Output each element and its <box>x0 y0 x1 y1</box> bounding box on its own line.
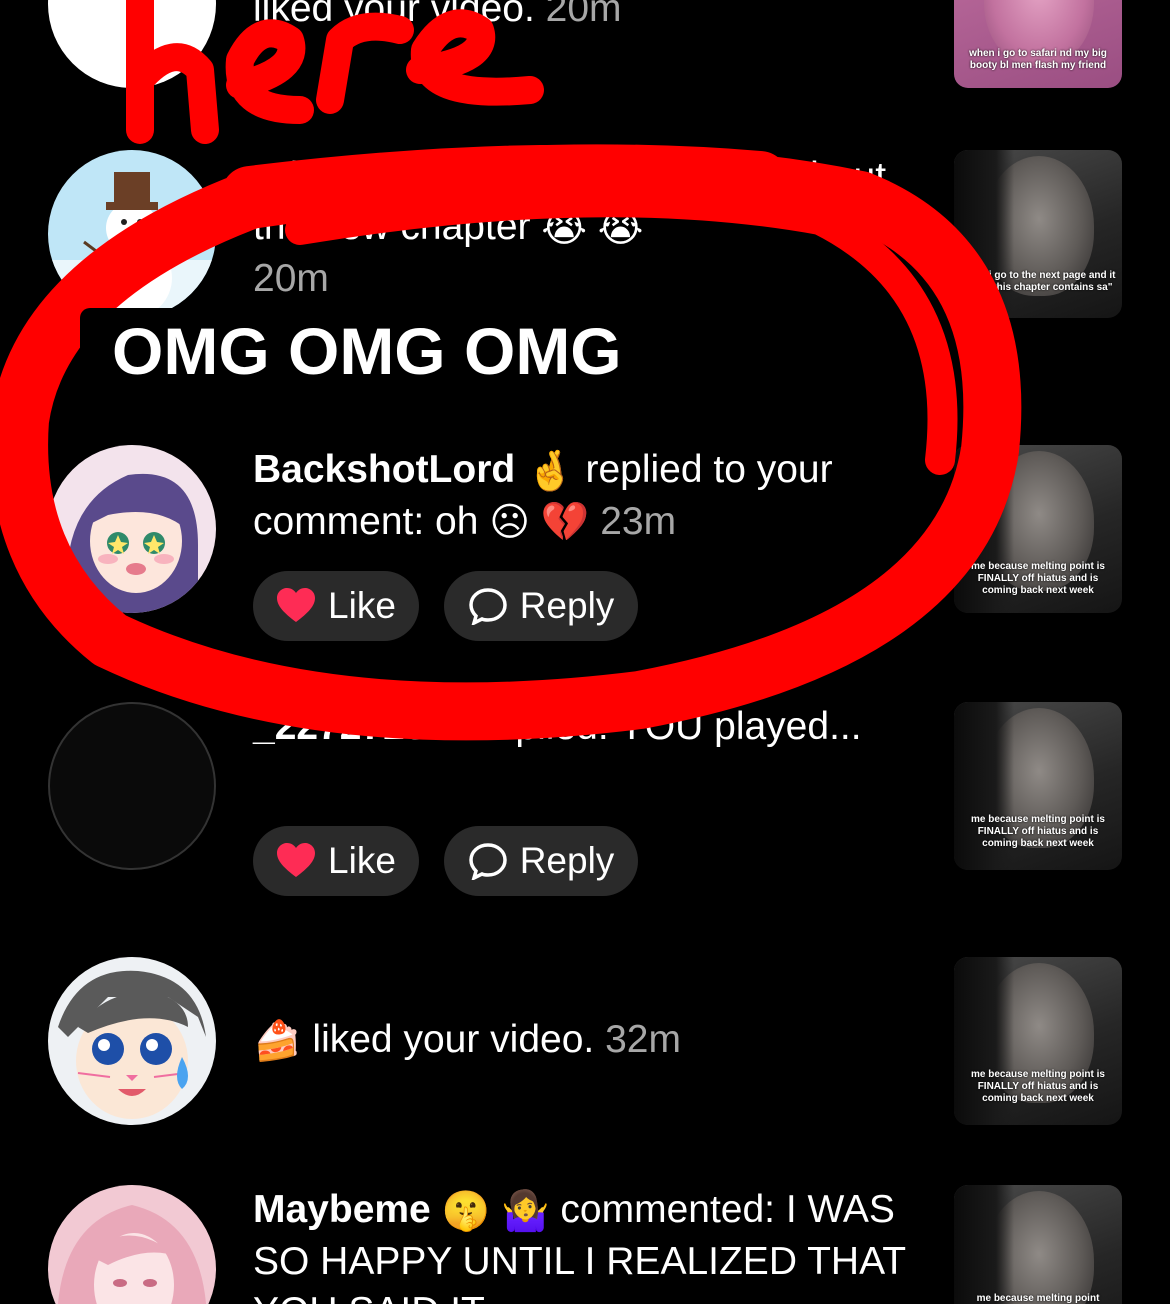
notification-text: _227272813 replied: YOU played... <box>253 702 923 752</box>
video-thumbnail[interactable]: me because melting point is FINALLY off … <box>954 702 1122 870</box>
like-button[interactable]: Like <box>253 826 419 896</box>
username[interactable]: cris <box>253 155 322 198</box>
avatar[interactable] <box>48 0 216 88</box>
thumbnail-caption: me because melting point is FINALLY off … <box>971 1069 1105 1104</box>
video-thumbnail[interactable]: when i go to the next page and it says "… <box>954 150 1122 318</box>
avatar[interactable] <box>48 445 216 613</box>
pink-hair-avatar-icon <box>48 1185 216 1304</box>
like-button[interactable]: Like <box>253 571 419 641</box>
thumbnail-caption: me because melting point is FINALLY off … <box>971 561 1105 596</box>
video-thumbnail[interactable]: when i go to safari nd my big booty bl m… <box>954 0 1122 88</box>
video-thumbnail[interactable]: me because melting point <box>954 1185 1122 1304</box>
reply-label: Reply <box>519 840 615 881</box>
like-label: Like <box>328 840 396 881</box>
timestamp: 20m <box>253 256 329 300</box>
notification-text: Maybeme 🤫 🤷‍♀️ commented: I WAS SO HAPPY… <box>253 1185 923 1304</box>
notification-message: liked your video. <box>312 1018 595 1061</box>
thumbnail-caption: when i go to safari nd my big booty bl m… <box>969 48 1107 71</box>
username[interactable]: BackshotLord <box>253 448 515 491</box>
notification-text: liked your video. 20m <box>253 0 923 34</box>
thumbnail-caption: when i go to the next page and it says "… <box>960 270 1116 293</box>
video-thumbnail[interactable]: me because melting point is FINALLY off … <box>954 957 1122 1125</box>
notification-row-liked-2[interactable]: 🍰 liked your video. 32m me because melti… <box>0 957 1170 1127</box>
avatar[interactable] <box>48 150 216 318</box>
frowning-emoji-icon: ☹ <box>489 501 530 545</box>
reply-button[interactable]: Reply <box>444 826 638 896</box>
caption-text: OMG OMG OMG <box>112 314 622 388</box>
notification-message: liked your video. <box>253 0 535 30</box>
notification-row-liked-1[interactable]: liked your video. 20m when i go to safar… <box>0 0 1170 100</box>
notification-text: 🍰 liked your video. 32m <box>253 1015 923 1067</box>
avatar[interactable] <box>48 1185 216 1304</box>
reply-label: Reply <box>519 585 615 626</box>
notification-text: cris commented: so we are all about the … <box>253 152 923 304</box>
crying-boy-avatar-icon <box>48 957 216 1125</box>
speech-bubble-icon <box>468 843 507 880</box>
like-label: Like <box>328 585 396 626</box>
thumbnail-caption: me because melting point is FINALLY off … <box>971 814 1105 849</box>
broken-heart-emoji-icon: 💔 <box>540 501 590 545</box>
reply-button[interactable]: Reply <box>444 571 638 641</box>
speech-bubble-icon <box>468 588 507 625</box>
notification-row-cris[interactable]: cris commented: so we are all about the … <box>0 150 1170 320</box>
notification-row-backshotlord[interactable]: BackshotLord 🤞 replied to your comment: … <box>0 445 1170 655</box>
crying-emoji-icon: 😭 <box>541 206 587 250</box>
crossed-fingers-emoji-icon: 🤞 <box>526 449 575 493</box>
thumbnail-hair <box>954 1185 1014 1304</box>
shrug-emoji-icon: 🤷‍♀️ <box>501 1189 550 1233</box>
username[interactable]: _227272813 <box>253 705 470 748</box>
timestamp: 23m <box>600 499 677 543</box>
avatar[interactable] <box>48 957 216 1125</box>
video-thumbnail[interactable]: me because melting point is FINALLY off … <box>954 445 1122 613</box>
heart-icon <box>277 588 316 622</box>
timestamp: 20m <box>545 0 622 30</box>
notification-row-maybeme[interactable]: Maybeme 🤫 🤷‍♀️ commented: I WAS SO HAPPY… <box>0 1185 1170 1304</box>
shushing-emoji-icon: 🤫 <box>441 1189 491 1233</box>
notification-text: BackshotLord 🤞 replied to your comment: … <box>253 445 923 548</box>
heart-icon <box>277 843 316 877</box>
avatar[interactable] <box>48 702 216 870</box>
timestamp: 32m <box>605 1018 681 1061</box>
notification-message: replied: YOU played... <box>480 705 862 748</box>
thumbnail-caption: me because melting point <box>976 1293 1100 1304</box>
overlay-caption: OMG OMG OMG <box>80 308 700 388</box>
crying-emoji-icon: 😭 <box>597 206 644 250</box>
cake-emoji-icon: 🍰 <box>253 1019 302 1063</box>
anime-girl-avatar-icon <box>48 445 216 613</box>
notification-row-commenter[interactable]: _227272813 replied: YOU played... Like R… <box>0 702 1170 912</box>
username[interactable]: Maybeme <box>253 1188 431 1231</box>
snowman-avatar-icon <box>48 150 216 318</box>
